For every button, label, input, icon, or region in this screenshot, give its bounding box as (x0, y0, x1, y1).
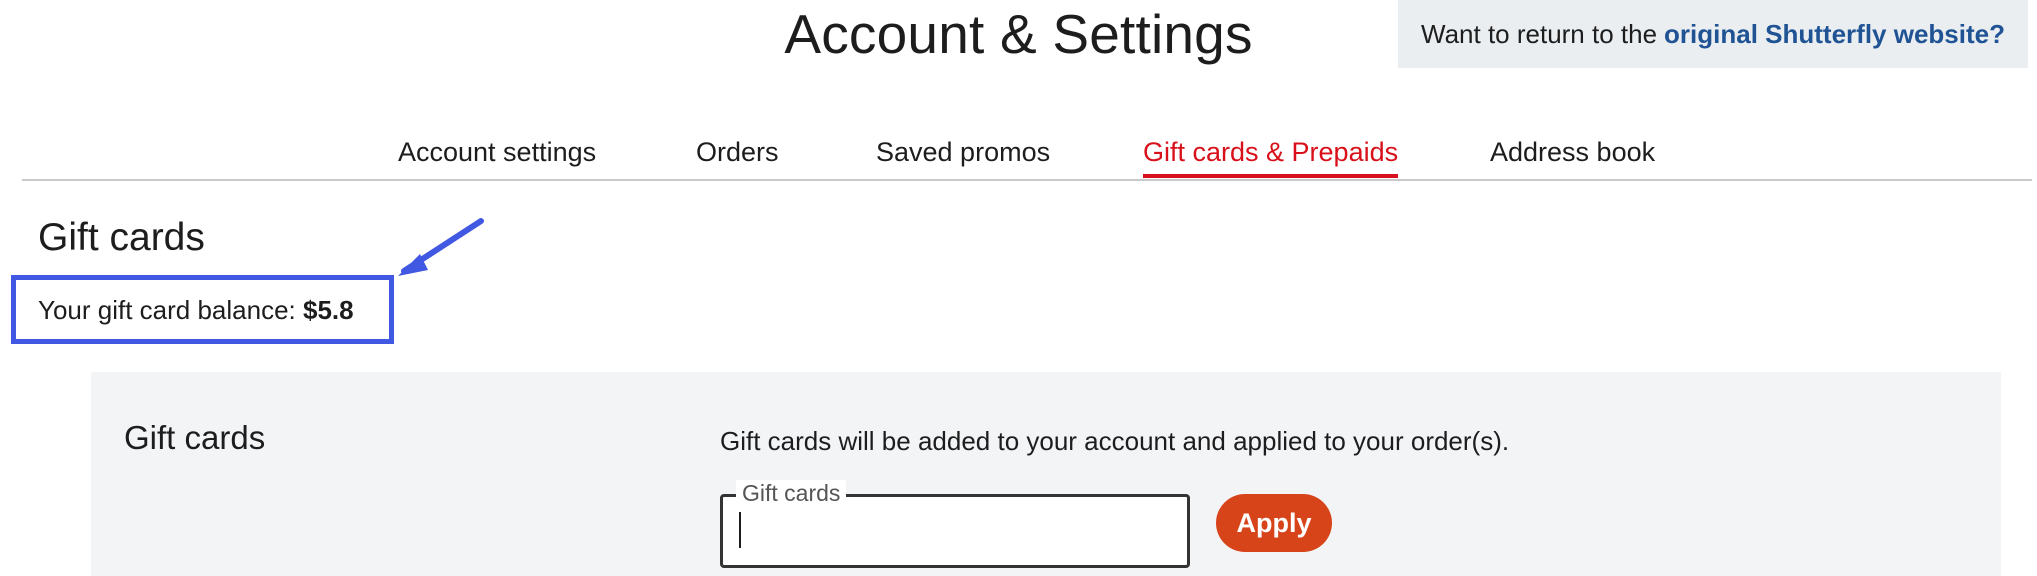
tab-orders[interactable]: Orders (696, 132, 779, 178)
balance-value: $5.8 (303, 295, 354, 325)
gift-card-balance: Your gift card balance: $5.8 (38, 295, 354, 326)
account-tabs: Account settings Orders Saved promos Gif… (0, 132, 2037, 178)
tabs-divider (22, 179, 2032, 181)
balance-label: Your gift card balance: (38, 295, 296, 325)
apply-button[interactable]: Apply (1216, 494, 1332, 552)
tab-address-book[interactable]: Address book (1490, 132, 1655, 178)
gift-card-input[interactable] (735, 510, 1179, 556)
tab-account-settings[interactable]: Account settings (398, 132, 596, 178)
page: Account & Settings Want to return to the… (0, 0, 2037, 576)
tab-saved-promos[interactable]: Saved promos (876, 132, 1050, 178)
legacy-site-prompt: Want to return to the (1421, 18, 1658, 49)
annotation-arrow-icon (398, 218, 484, 276)
tab-gift-cards-prepaids[interactable]: Gift cards & Prepaids (1143, 132, 1399, 178)
panel-title: Gift cards (124, 419, 266, 456)
panel-note: Gift cards will be added to your account… (720, 426, 1510, 456)
gift-card-field-label: Gift cards (736, 480, 847, 506)
text-caret (739, 512, 741, 548)
gift-cards-heading: Gift cards (38, 216, 205, 259)
original-website-link[interactable]: original Shutterfly website? (1664, 19, 2005, 50)
legacy-site-banner: Want to return to the original Shutterfl… (1398, 0, 2028, 68)
